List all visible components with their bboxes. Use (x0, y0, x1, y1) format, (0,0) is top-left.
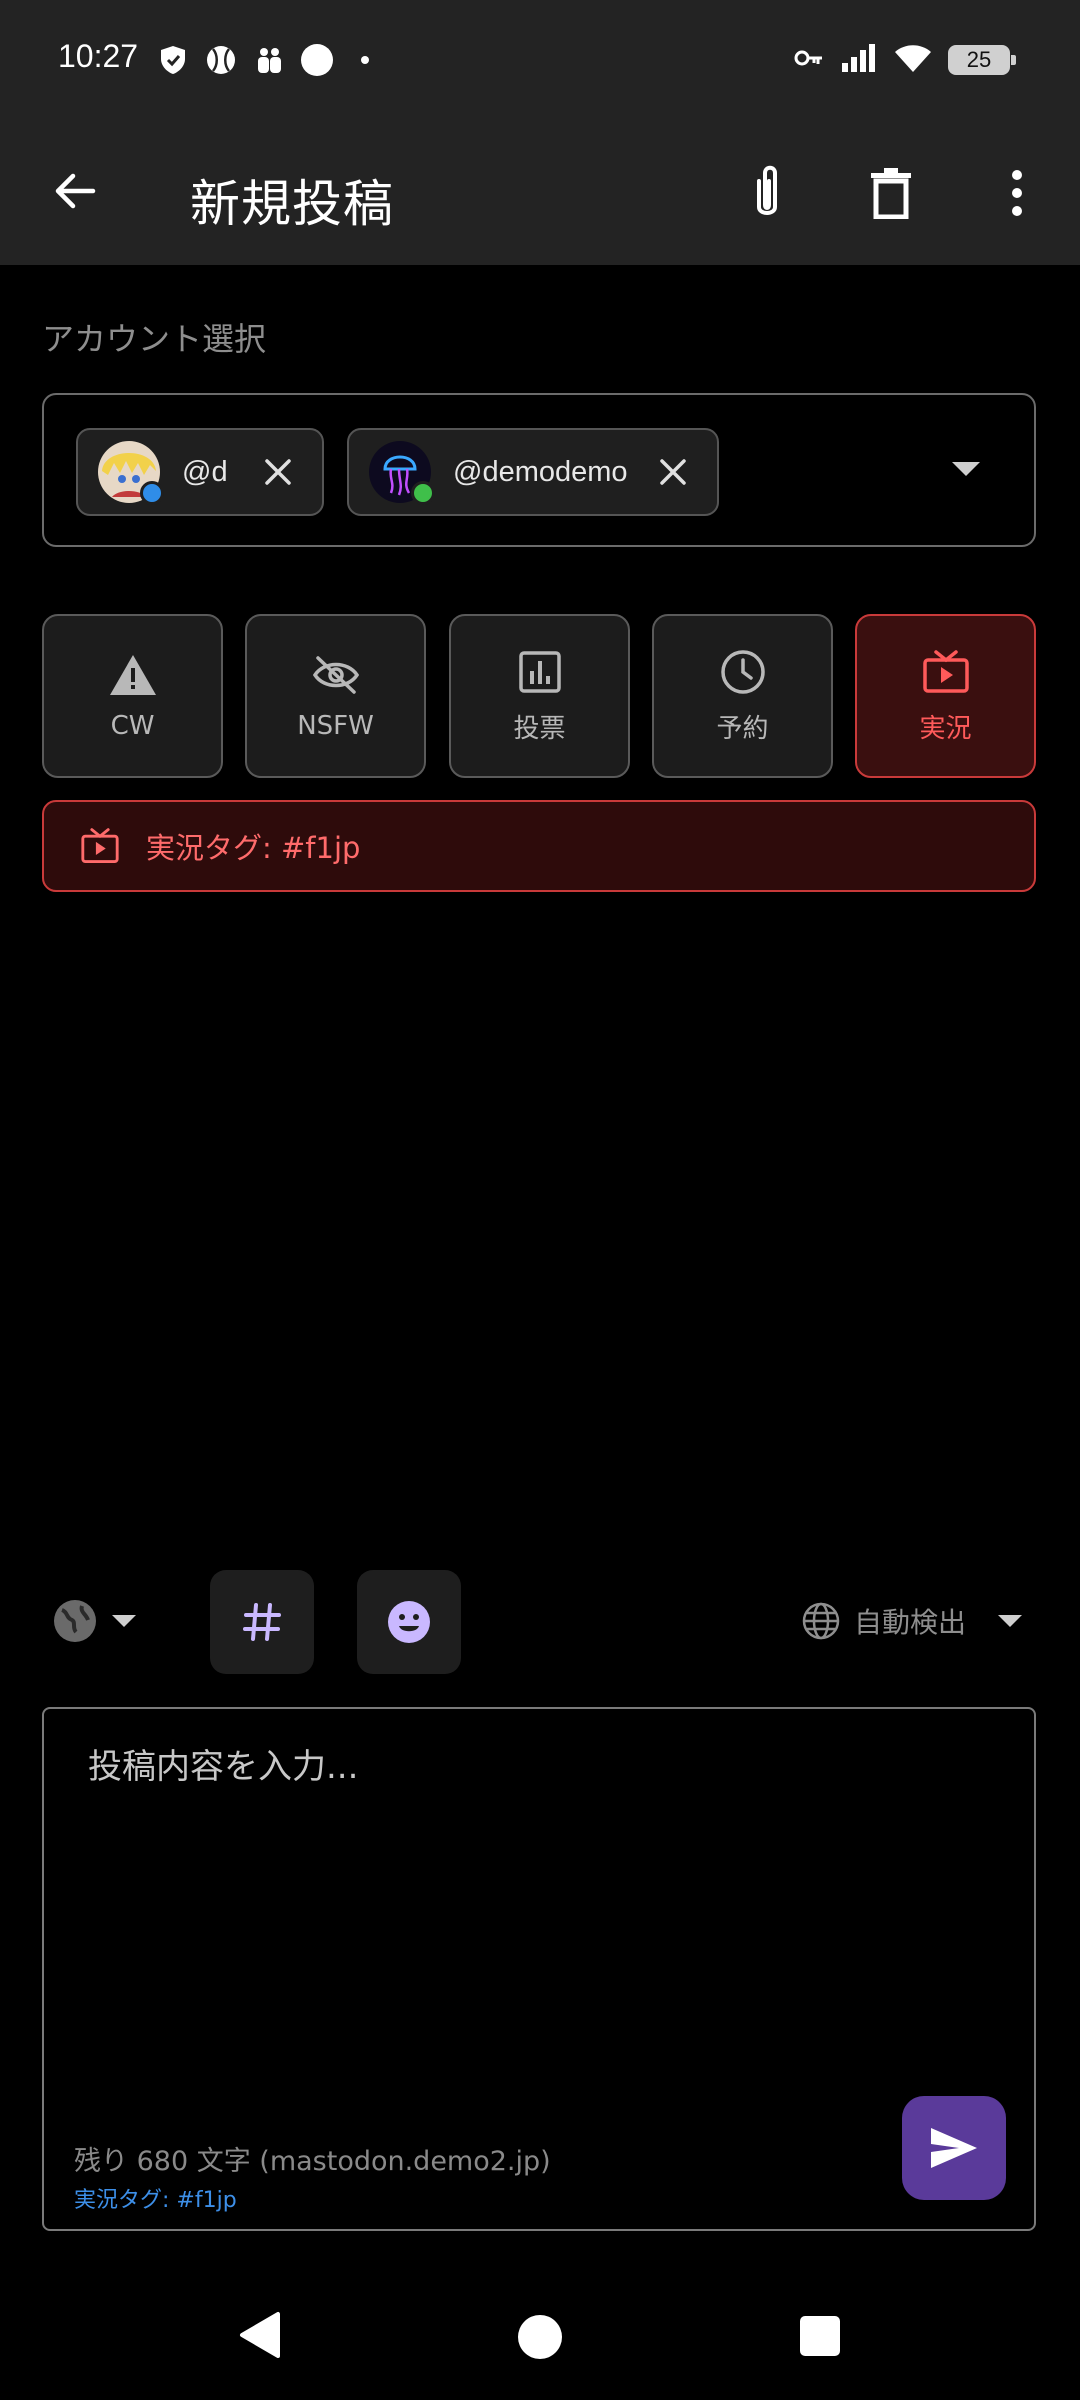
avatar (98, 441, 164, 505)
schedule-button[interactable]: 予約 (652, 614, 833, 778)
wifi-icon (894, 43, 932, 77)
triangle-back-icon (240, 2312, 280, 2358)
nav-back-button[interactable] (236, 2310, 286, 2360)
post-content-input[interactable] (86, 1746, 950, 1788)
status-time: 10:27 (58, 38, 139, 74)
delete-icon (871, 168, 911, 219)
character-counter: 残り 680 文字 (mastodon.demo2.jp) (74, 2146, 551, 2177)
warning-icon (109, 651, 157, 699)
poll-label: 投票 (513, 713, 566, 744)
account-handle: @demodemo (453, 455, 628, 488)
status-icons-left (155, 40, 383, 80)
live-tag-banner: 実況タグ: #f1jp (42, 800, 1036, 892)
page-title: 新規投稿 (190, 175, 394, 233)
avatar (369, 441, 435, 505)
key-icon (794, 48, 824, 72)
online-status-dot (140, 481, 164, 505)
cw-label: CW (110, 711, 155, 741)
baseball-icon (203, 42, 239, 78)
chevron-down-icon (112, 1615, 136, 1627)
send-button[interactable] (902, 2096, 1006, 2200)
poll-button[interactable]: 投票 (449, 614, 630, 778)
close-icon (265, 459, 291, 485)
more-vert-icon (1012, 170, 1022, 216)
poll-icon (516, 648, 564, 696)
battery-icon: 25 (948, 45, 1016, 75)
signal-icon (840, 43, 878, 77)
circle-icon (299, 42, 335, 78)
delete-button[interactable] (858, 160, 924, 226)
emoji-icon (388, 1601, 430, 1643)
visibility-selector[interactable] (52, 1596, 136, 1646)
language-selector[interactable]: 自動検出 (802, 1598, 1022, 1644)
chevron-down-icon[interactable] (952, 462, 980, 476)
live-tag-text: 実況タグ: #f1jp (146, 831, 361, 865)
account-select-label: アカウント選択 (42, 320, 267, 358)
nsfw-button[interactable]: NSFW (245, 614, 426, 778)
tv-icon (78, 824, 122, 868)
attach-icon (757, 165, 777, 215)
language-label: 自動検出 (853, 1606, 966, 1639)
online-status-dot (411, 481, 435, 505)
remove-account-button[interactable] (256, 450, 300, 494)
account-chip-1[interactable]: @d (76, 428, 324, 516)
tv-icon (922, 648, 970, 696)
account-handle: @d (182, 455, 228, 488)
schedule-label: 予約 (716, 713, 769, 744)
cw-button[interactable]: CW (42, 614, 223, 778)
hashtag-button[interactable] (210, 1570, 314, 1674)
language-icon (802, 1602, 840, 1640)
attach-button[interactable] (734, 160, 800, 226)
arrow-back-icon (55, 173, 96, 209)
nsfw-label: NSFW (297, 711, 374, 741)
status-icons-right: 25 (794, 38, 1016, 82)
dot-icon (347, 42, 383, 78)
emoji-button[interactable] (357, 1570, 461, 1674)
chevron-down-icon (998, 1615, 1022, 1627)
send-icon (931, 2128, 977, 2168)
back-button[interactable] (44, 160, 106, 222)
account-chip-2[interactable]: @demodemo (347, 428, 719, 516)
remove-account-button[interactable] (651, 450, 695, 494)
eye-off-icon (312, 651, 360, 699)
shield-icon (155, 42, 191, 78)
live-button[interactable]: 実況 (855, 614, 1036, 778)
globe-icon (54, 1600, 96, 1642)
nav-recents-button[interactable] (800, 2316, 840, 2356)
nav-home-button[interactable] (518, 2315, 562, 2359)
more-button[interactable] (984, 160, 1050, 226)
live-tag-hint: 実況タグ: #f1jp (74, 2188, 237, 2213)
close-icon (660, 459, 686, 485)
live-label: 実況 (919, 713, 972, 744)
hashtag-icon (243, 1603, 281, 1641)
clock-icon (719, 648, 767, 696)
two-person-icon (251, 42, 287, 78)
